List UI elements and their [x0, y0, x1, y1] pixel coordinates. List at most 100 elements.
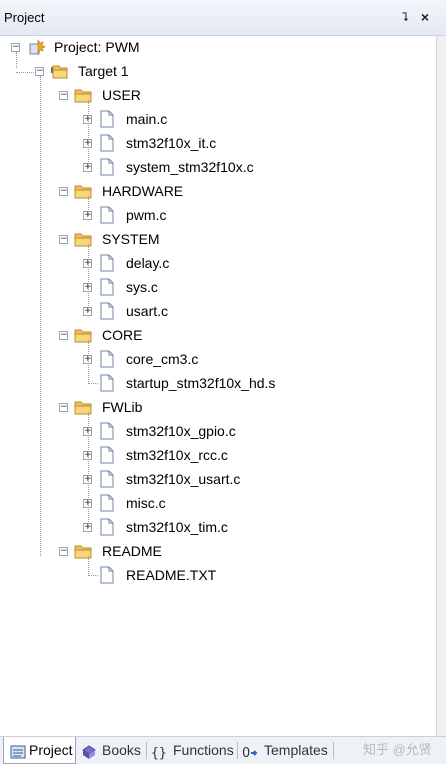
file-label: stm32f10x_it.c — [126, 135, 217, 151]
tab-separator — [237, 742, 238, 759]
file-icon — [98, 374, 116, 392]
folder-icon — [74, 86, 92, 104]
collapse-toggle[interactable]: − — [59, 331, 68, 340]
tree-file[interactable]: + stm32f10x_it.c — [0, 132, 436, 154]
tree-file[interactable]: + core_cm3.c — [0, 348, 436, 370]
group-label: USER — [102, 87, 141, 103]
tab-project[interactable]: Project — [3, 737, 76, 764]
file-icon — [98, 566, 116, 584]
collapse-toggle[interactable]: − — [59, 547, 68, 556]
collapse-toggle[interactable]: − — [59, 91, 68, 100]
tree-file[interactable]: + stm32f10x_gpio.c — [0, 420, 436, 442]
folder-icon — [74, 542, 92, 560]
file-label: startup_stm32f10x_hd.s — [126, 375, 276, 391]
tree-connector — [40, 76, 41, 556]
tree-file[interactable]: + stm32f10x_rcc.c — [0, 444, 436, 466]
file-icon — [98, 302, 116, 320]
file-icon — [98, 518, 116, 536]
tree-group-fwlib[interactable]: − FWLib — [0, 396, 436, 418]
pin-icon[interactable]: ⮧ — [398, 10, 412, 24]
tree-file[interactable]: + misc.c — [0, 492, 436, 514]
project-icon — [28, 38, 46, 56]
file-label: delay.c — [126, 255, 170, 271]
tree-file[interactable]: + stm32f10x_usart.c — [0, 468, 436, 490]
tree-group-hardware[interactable]: − HARDWARE — [0, 180, 436, 202]
tree-group-user[interactable]: − USER — [0, 84, 436, 106]
tree-file[interactable]: + stm32f10x_tim.c — [0, 516, 436, 538]
tree-file[interactable]: + pwm.c — [0, 204, 436, 226]
collapse-toggle[interactable]: − — [59, 187, 68, 196]
file-icon — [98, 278, 116, 296]
group-label: FWLib — [102, 399, 143, 415]
target-label: Target 1 — [78, 63, 129, 79]
tree-connector — [16, 52, 17, 68]
collapse-toggle[interactable]: − — [35, 67, 44, 76]
file-icon — [98, 470, 116, 488]
tab-templates[interactable]: 0 Templates — [239, 737, 331, 764]
tree-connector — [88, 196, 89, 216]
file-icon — [98, 494, 116, 512]
file-label: main.c — [126, 111, 168, 127]
panel-titlebar: Project ⮧ × — [0, 0, 446, 36]
file-label: sys.c — [126, 279, 158, 295]
tree-connector — [88, 412, 89, 528]
group-label: CORE — [102, 327, 143, 343]
tree-connector — [88, 244, 89, 312]
file-icon — [98, 254, 116, 272]
tree-file[interactable]: + delay.c — [0, 252, 436, 274]
file-label: usart.c — [126, 303, 169, 319]
file-icon — [98, 206, 116, 224]
project-label: Project: PWM — [54, 39, 140, 55]
tree-file[interactable]: + system_stm32f10x.c — [0, 156, 436, 178]
panel-right-edge — [436, 36, 446, 736]
file-label: pwm.c — [126, 207, 167, 223]
tab-separator — [146, 742, 147, 759]
tree-group-system[interactable]: − SYSTEM — [0, 228, 436, 250]
tree-node-project[interactable]: − Project: PWM — [0, 36, 436, 58]
project-icon — [10, 742, 26, 759]
tree-group-readme[interactable]: − README — [0, 540, 436, 562]
file-label: stm32f10x_rcc.c — [126, 447, 228, 463]
tab-books[interactable]: Books — [78, 737, 144, 764]
tree-file[interactable]: README.TXT — [0, 564, 436, 586]
folder-icon — [74, 182, 92, 200]
project-panel: Project ⮧ × − Project: PWM − Target 1 − USER +… — [0, 0, 446, 764]
tree-file[interactable]: + main.c — [0, 108, 436, 130]
folder-icon — [74, 230, 92, 248]
folder-icon — [74, 326, 92, 344]
tree-file[interactable]: startup_stm32f10x_hd.s — [0, 372, 436, 394]
file-label: stm32f10x_tim.c — [126, 519, 228, 535]
file-icon — [98, 110, 116, 128]
collapse-toggle[interactable]: − — [59, 235, 68, 244]
tree-file[interactable]: + sys.c — [0, 276, 436, 298]
file-icon — [98, 158, 116, 176]
close-icon[interactable]: × — [418, 9, 432, 25]
functions-icon: {} — [150, 742, 167, 761]
svg-text:0: 0 — [242, 746, 250, 760]
templates-icon: 0 — [242, 742, 258, 761]
tree-connector — [88, 575, 98, 576]
file-label: stm32f10x_gpio.c — [126, 423, 236, 439]
tab-label: Books — [102, 742, 141, 758]
target-icon — [50, 62, 68, 80]
tree-connector — [88, 556, 89, 576]
tree-connector — [16, 72, 34, 73]
tree-connector — [88, 383, 98, 384]
project-tree: − Project: PWM − Target 1− USER + main.c + stm32… — [0, 36, 436, 736]
tab-label: Templates — [264, 742, 328, 758]
file-icon — [98, 350, 116, 368]
tab-label: Project — [29, 742, 73, 758]
file-icon — [98, 446, 116, 464]
collapse-toggle[interactable]: − — [11, 43, 20, 52]
file-label: core_cm3.c — [126, 351, 199, 367]
group-label: SYSTEM — [102, 231, 160, 247]
collapse-toggle[interactable]: − — [59, 403, 68, 412]
svg-text:{}: {} — [151, 746, 166, 760]
tree-group-core[interactable]: − CORE — [0, 324, 436, 346]
books-icon — [81, 742, 97, 759]
watermark: 知乎 @允贤 — [363, 742, 432, 757]
tab-functions[interactable]: {} Functions — [147, 737, 235, 764]
tree-file[interactable]: + usart.c — [0, 300, 436, 322]
tree-node-target[interactable]: − Target 1 — [0, 60, 436, 82]
file-label: README.TXT — [126, 567, 217, 583]
